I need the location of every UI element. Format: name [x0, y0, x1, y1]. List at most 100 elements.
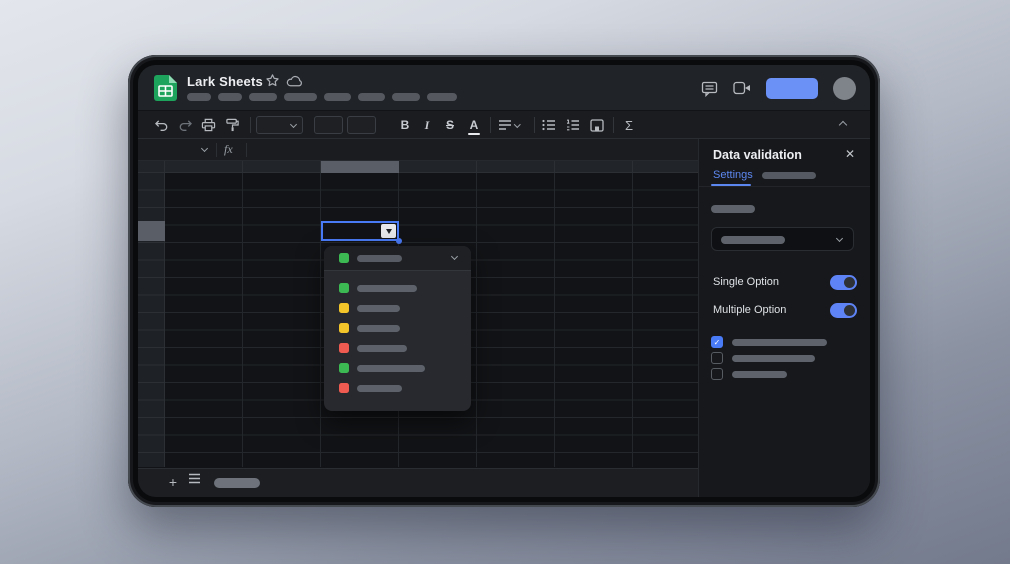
selected-cell[interactable] [321, 221, 399, 241]
bullet-list-button[interactable] [539, 111, 559, 139]
close-icon[interactable]: ✕ [842, 146, 858, 162]
menu-item-placeholder[interactable] [427, 93, 457, 101]
dropdown-selected-row[interactable] [324, 246, 471, 271]
chevron-down-icon [514, 121, 520, 127]
tab-placeholder[interactable] [762, 172, 816, 179]
menu-bar [187, 93, 457, 101]
desktop-background: Lark Sheets [0, 0, 1010, 564]
single-option-toggle[interactable] [830, 275, 857, 290]
toolbar-divider [250, 117, 251, 133]
multiple-option-toggle[interactable] [830, 303, 857, 318]
option-row: ✓ [711, 335, 860, 351]
option-color-chip [339, 383, 349, 393]
dropdown-option[interactable] [324, 278, 471, 298]
share-button[interactable] [766, 78, 818, 99]
print-button[interactable] [198, 111, 218, 139]
single-option-row: Single Option [713, 275, 857, 291]
app-window: Lark Sheets [138, 65, 870, 497]
spreadsheet-area: fx [138, 139, 698, 497]
sheets-app-icon [154, 75, 177, 101]
checkbox-unchecked[interactable] [711, 368, 723, 380]
cloud-sync-icon[interactable] [286, 74, 303, 88]
sum-function-button[interactable]: Σ [619, 111, 639, 139]
star-icon[interactable] [265, 73, 280, 88]
collapse-toolbar-button[interactable] [833, 111, 853, 139]
add-sheet-button[interactable]: + [164, 473, 182, 491]
dropdown-option-list [324, 278, 471, 398]
formula-bar[interactable]: fx [138, 139, 698, 161]
menu-item-placeholder[interactable] [358, 93, 385, 101]
app-header: Lark Sheets [138, 65, 870, 111]
font-family-select[interactable] [256, 116, 303, 134]
column-headers[interactable] [165, 161, 698, 173]
text-color-button[interactable]: A [464, 111, 484, 139]
option-label-placeholder [357, 255, 402, 262]
sheet-tab-bar: + [138, 468, 698, 497]
cell-dropdown-button[interactable] [381, 224, 396, 238]
name-box-chevron-icon[interactable] [201, 145, 208, 152]
checkbox-unchecked[interactable] [711, 352, 723, 364]
option-label-placeholder [357, 305, 400, 312]
redo-button[interactable] [175, 111, 195, 139]
active-sheet-tab[interactable] [214, 478, 260, 488]
menu-item-placeholder[interactable] [392, 93, 420, 101]
merge-cells-button[interactable] [587, 111, 607, 139]
toggle-knob [844, 277, 855, 288]
dropdown-option[interactable] [324, 358, 471, 378]
option-color-chip [339, 363, 349, 373]
criteria-label-placeholder [711, 205, 755, 213]
option-text-placeholder [732, 371, 787, 378]
avatar[interactable] [833, 77, 856, 100]
selected-column-header[interactable] [321, 161, 399, 173]
sheet-list-button[interactable] [188, 473, 201, 484]
document-title[interactable]: Lark Sheets [187, 74, 263, 89]
dropdown-option[interactable] [324, 378, 471, 398]
fill-handle[interactable] [396, 238, 402, 244]
toolbar-divider [490, 117, 491, 133]
comments-icon[interactable] [701, 80, 718, 97]
select-all-corner[interactable] [138, 161, 165, 173]
criteria-select[interactable] [711, 227, 854, 251]
chevron-down-icon [451, 253, 458, 260]
option-label-placeholder [357, 365, 425, 372]
font-size-stepper[interactable] [347, 116, 376, 134]
dropdown-option[interactable] [324, 318, 471, 338]
dropdown-option[interactable] [324, 298, 471, 318]
checkbox-checked[interactable]: ✓ [711, 336, 723, 348]
tab-settings[interactable]: Settings [713, 169, 753, 181]
bold-button[interactable]: B [395, 111, 415, 139]
cell-options-dropdown [324, 246, 471, 411]
option-label-placeholder [357, 325, 400, 332]
panel-divider [699, 186, 870, 187]
toolbar-divider [534, 117, 535, 133]
select-value-placeholder [721, 236, 785, 244]
content-area: fx [138, 139, 870, 497]
align-button[interactable] [496, 111, 522, 139]
italic-button[interactable]: I [417, 111, 437, 139]
toolbar-divider [613, 117, 614, 133]
menu-item-placeholder[interactable] [218, 93, 242, 101]
menu-item-placeholder[interactable] [249, 93, 277, 101]
row-headers[interactable] [138, 173, 165, 467]
undo-button[interactable] [151, 111, 171, 139]
dropdown-option[interactable] [324, 338, 471, 358]
option-row [711, 367, 860, 383]
font-size-input[interactable] [314, 116, 343, 134]
menu-item-placeholder[interactable] [187, 93, 211, 101]
video-call-icon[interactable] [733, 81, 751, 95]
option-color-chip [339, 343, 349, 353]
paint-format-button[interactable] [222, 111, 242, 139]
menu-item-placeholder[interactable] [324, 93, 351, 101]
selected-row-header[interactable] [138, 221, 165, 241]
numbered-list-button[interactable] [563, 111, 583, 139]
panel-title: Data validation [713, 148, 802, 162]
option-text-placeholder [732, 339, 827, 346]
text-color-glyph: A [470, 118, 479, 132]
option-checkbox-list: ✓ [711, 335, 860, 383]
multiple-option-label: Multiple Option [713, 304, 786, 316]
strikethrough-button[interactable]: S [440, 111, 460, 139]
single-option-label: Single Option [713, 276, 779, 288]
menu-item-placeholder[interactable] [284, 93, 317, 101]
formula-bar-divider [216, 143, 217, 157]
chevron-down-icon [290, 121, 297, 128]
